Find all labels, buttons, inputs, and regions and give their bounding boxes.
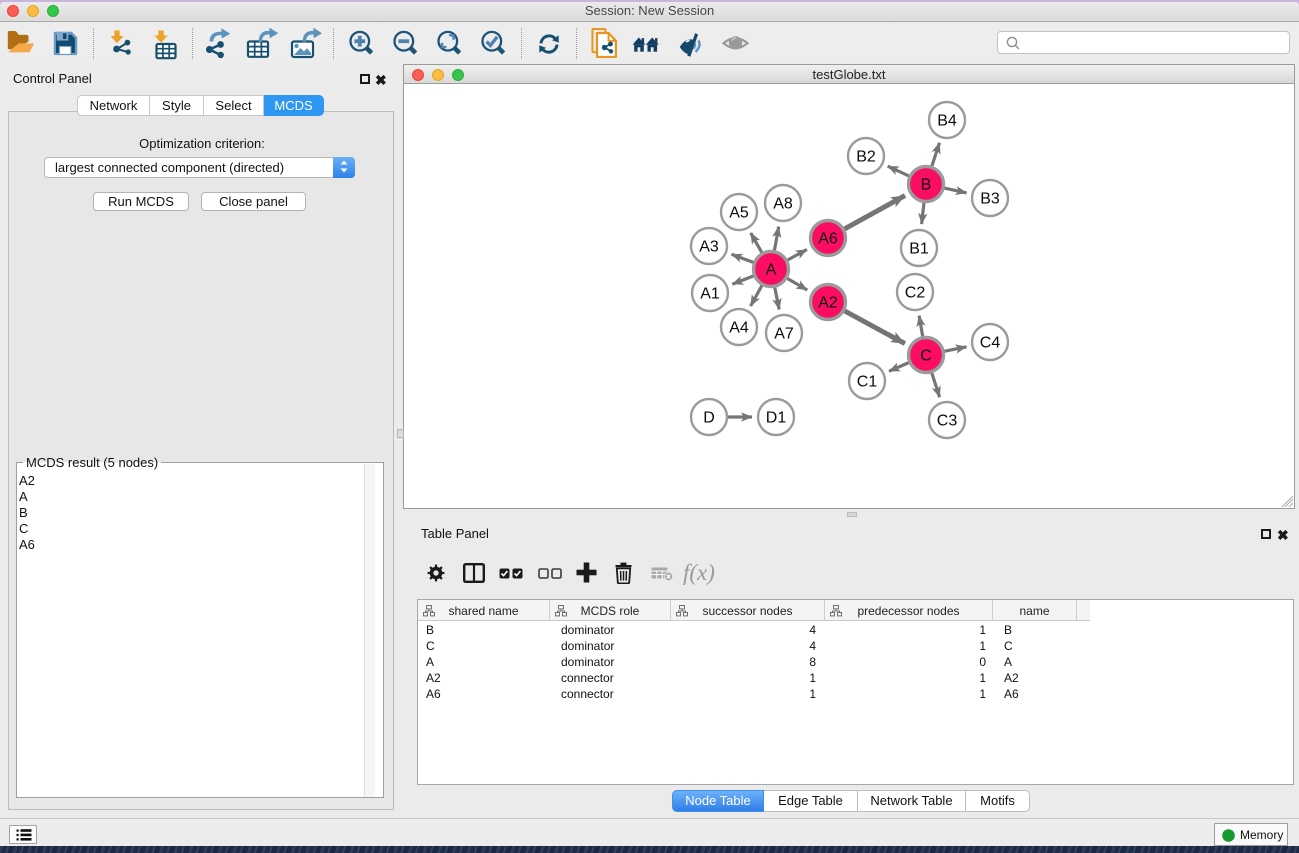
svg-text:B2: B2 [856, 149, 876, 166]
svg-text:A4: A4 [729, 320, 749, 337]
svg-text:A5: A5 [729, 205, 749, 222]
svg-text:A: A [766, 262, 777, 279]
svg-text:A3: A3 [699, 239, 719, 256]
svg-text:B1: B1 [909, 241, 929, 258]
svg-text:B3: B3 [980, 191, 1000, 208]
svg-text:D1: D1 [766, 410, 787, 427]
svg-text:B4: B4 [937, 113, 957, 130]
svg-text:A2: A2 [818, 295, 838, 312]
svg-text:A1: A1 [700, 286, 720, 303]
svg-text:A7: A7 [774, 326, 794, 343]
svg-text:A6: A6 [818, 231, 838, 248]
svg-text:C1: C1 [857, 374, 878, 391]
svg-text:C3: C3 [937, 413, 958, 430]
svg-text:C4: C4 [980, 335, 1001, 352]
svg-text:C: C [920, 348, 932, 365]
svg-text:A8: A8 [773, 196, 793, 213]
svg-text:B: B [921, 177, 932, 194]
svg-text:C2: C2 [905, 285, 926, 302]
svg-text:D: D [703, 410, 715, 427]
